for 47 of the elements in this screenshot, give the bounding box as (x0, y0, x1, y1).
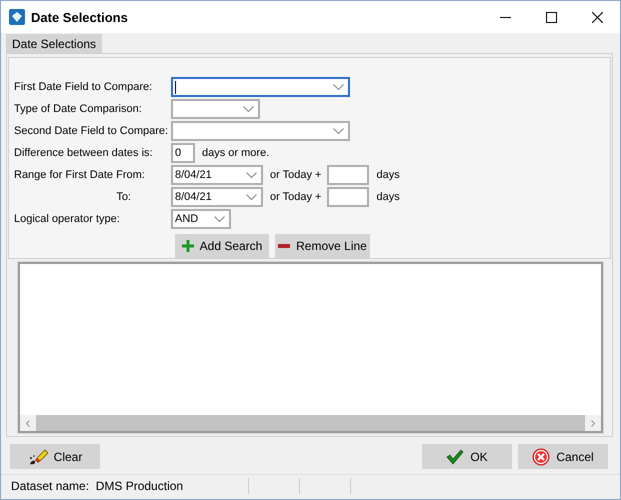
status-text: Dataset name: DMS Production (11, 479, 184, 493)
plus-icon (182, 240, 194, 252)
remove-line-button[interactable]: Remove Line (275, 234, 370, 258)
chevron-icon (243, 106, 254, 112)
scroll-right-icon (591, 420, 595, 426)
dropdown-field[interactable] (171, 121, 350, 141)
dropdown-field[interactable]: 8/04/21 (171, 165, 263, 185)
cancel-icon (532, 448, 550, 466)
chevron-icon (246, 194, 257, 200)
field-label: First Date Field to Compare: (14, 81, 154, 93)
minimize-icon (500, 16, 510, 18)
scroll-left-icon (26, 420, 30, 426)
offset-label: or Today + (270, 191, 322, 203)
field-label: Logical operator type: (14, 213, 121, 225)
minus-icon (278, 244, 290, 248)
dropdown-field[interactable] (171, 77, 350, 97)
field-label: Second Date Field to Compare: (14, 125, 170, 137)
field-label: Difference between dates is: (14, 147, 154, 159)
suffix-label: days or more. (202, 147, 270, 159)
field-label: To: (115, 191, 132, 203)
dropdown-field[interactable]: AND (171, 209, 231, 229)
eraser-icon (28, 448, 48, 466)
dropdown-field[interactable] (171, 99, 260, 119)
unit-label: days (376, 191, 400, 203)
days-input[interactable] (327, 187, 370, 207)
window-title: Date Selections (31, 10, 129, 24)
cancel-button[interactable]: Cancel (518, 444, 608, 469)
field-label: Range for First Date From: (14, 169, 146, 181)
tab[interactable]: Date Selections (6, 34, 102, 53)
field-label: Type of Date Comparison: (14, 103, 143, 115)
check-icon (446, 448, 464, 464)
clear-button[interactable]: Clear (10, 444, 100, 469)
chevron-icon (246, 172, 257, 178)
ok-button[interactable]: OK (422, 444, 512, 469)
unit-label: days (376, 169, 400, 181)
add-search-button[interactable]: Add Search (175, 234, 269, 258)
close-icon (592, 12, 602, 22)
chevron-icon (333, 128, 344, 134)
dropdown-field[interactable]: 8/04/21 (171, 187, 263, 207)
days-input[interactable] (327, 165, 370, 185)
maximize-icon (546, 12, 556, 22)
number-input[interactable]: 0 (171, 143, 195, 163)
app-icon (9, 9, 25, 25)
chevron-icon (333, 84, 344, 90)
offset-label: or Today + (270, 169, 322, 181)
chevron-icon (214, 216, 225, 222)
horizontal-scrollbar[interactable] (20, 415, 601, 431)
